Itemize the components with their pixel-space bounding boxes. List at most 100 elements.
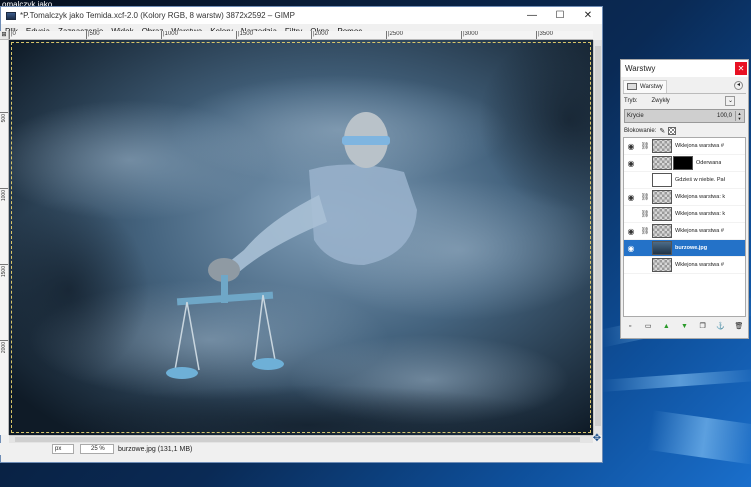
ruler-label: |2000	[311, 31, 328, 39]
ruler-label: |500	[86, 31, 100, 39]
ruler-label: |0	[9, 31, 16, 39]
delete-layer-icon[interactable]: 🗑	[734, 322, 744, 330]
layer-row[interactable]: Gdzieś w niebie. Pał	[624, 172, 745, 189]
lock-pixels-icon[interactable]: ✎	[659, 127, 665, 135]
layer-name: Wklejona warstwa: k	[675, 211, 726, 217]
gimp-app-icon	[6, 11, 16, 20]
layer-row[interactable]: ◉ burzowe.jpg	[624, 240, 745, 257]
layers-toolbar: ▫ ▭ ▲ ▼ ❐ ⚓ 🗑	[621, 319, 748, 333]
vertical-scrollbar[interactable]	[593, 40, 602, 435]
layer-name: Wklejona warstwa: k	[675, 194, 726, 200]
layer-row[interactable]: Wklejona warstwa #	[624, 257, 745, 274]
layer-name: burzowe.jpg	[675, 245, 708, 251]
new-group-icon[interactable]: ▭	[643, 322, 653, 330]
lock-row: Blokowanie: ✎	[621, 124, 748, 137]
layer-thumbnail	[652, 207, 672, 221]
chain-icon[interactable]: ⛓	[638, 193, 652, 201]
horizontal-ruler[interactable]: |0 |500 |1000 |1500 |2000 |2500 |3000 |3…	[9, 31, 593, 40]
image-canvas[interactable]	[9, 40, 593, 435]
tab-layers-label: Warstwy	[640, 83, 663, 90]
layer-row[interactable]: ◉ ⛓ Wklejona warstwa #	[624, 138, 745, 155]
horizontal-scrollbar[interactable]	[9, 435, 593, 443]
lower-layer-icon[interactable]: ▼	[679, 323, 689, 330]
layer-thumbnail	[652, 224, 672, 238]
lock-label: Blokowanie:	[624, 127, 657, 134]
chain-icon[interactable]: ⛓	[638, 142, 652, 150]
layer-thumbnail	[652, 173, 672, 187]
window-titlebar[interactable]: *P.Tomalczyk jako Temida.xcf-2.0 (Kolory…	[1, 7, 602, 24]
mode-select[interactable]: Zwykły	[651, 98, 725, 104]
eye-icon[interactable]: ◉	[624, 244, 638, 253]
opacity-value: 100,0	[716, 113, 732, 119]
ruler-label: |3000	[461, 31, 478, 39]
new-layer-icon[interactable]: ▫	[625, 323, 635, 330]
ruler-label: |2500	[386, 31, 403, 39]
eye-icon[interactable]: ◉	[624, 142, 638, 151]
tab-menu-icon[interactable]: ◂	[734, 81, 743, 90]
window-title: *P.Tomalczyk jako Temida.xcf-2.0 (Kolory…	[20, 11, 295, 20]
eye-icon[interactable]: ◉	[624, 159, 638, 168]
layers-list: ◉ ⛓ Wklejona warstwa # ◉ Oderwana Gdzieś w ni…	[623, 137, 746, 317]
raise-layer-icon[interactable]: ▲	[661, 323, 671, 330]
layer-thumbnail	[652, 241, 672, 255]
tab-layers[interactable]: Warstwy	[623, 79, 667, 93]
desktop-light-beam	[599, 368, 751, 392]
layer-thumbnail	[652, 156, 672, 170]
layers-dock: Warstwy ✕ Warstwy ◂ Tryb: Zwykły ⌄ Kryci…	[620, 59, 749, 339]
layer-name: Wklejona warstwa #	[675, 262, 724, 268]
layer-name: Oderwana	[696, 160, 722, 166]
dock-title: Warstwy	[625, 64, 656, 73]
layers-icon	[627, 83, 637, 90]
chain-icon[interactable]: ⛓	[638, 227, 652, 235]
ruler-label: 500	[1, 114, 7, 123]
zoom-select[interactable]: 25 %	[80, 444, 114, 454]
layer-row[interactable]: ◉ ⛓ Wklejona warstwa #	[624, 223, 745, 240]
dock-tab-bar: Warstwy ◂	[623, 79, 746, 94]
ruler-label: |3500	[536, 31, 553, 39]
ruler-tick	[0, 340, 8, 341]
chain-icon[interactable]: ⛓	[638, 210, 652, 218]
layer-thumbnail	[652, 139, 672, 153]
chevron-down-icon[interactable]: ⌄	[725, 96, 736, 106]
opacity-spin-icon[interactable]: ▲ ▼	[735, 111, 743, 121]
duplicate-layer-icon[interactable]: ❐	[698, 322, 708, 330]
layer-thumbnail	[652, 190, 672, 204]
layer-row[interactable]: ◉ Oderwana	[624, 155, 745, 172]
layer-name: Wklejona warstwa #	[675, 143, 724, 149]
vertical-scroll-thumb[interactable]	[595, 46, 601, 426]
storm-scene-image	[9, 40, 593, 435]
ruler-label: 1500	[1, 266, 7, 278]
layer-thumbnail	[652, 258, 672, 272]
unit-select[interactable]: px	[52, 444, 74, 454]
layer-name: Wklejona warstwa #	[675, 228, 724, 234]
layer-name: Gdzieś w niebie. Pał	[675, 177, 725, 183]
dock-close-button[interactable]: ✕	[735, 62, 747, 75]
dock-titlebar[interactable]: Warstwy ✕	[621, 60, 748, 77]
quick-mask-corner-button[interactable]: ⊞	[0, 31, 9, 40]
layer-mask-thumbnail[interactable]	[673, 156, 693, 170]
horizontal-scroll-thumb[interactable]	[15, 437, 580, 442]
ruler-tick	[0, 112, 8, 113]
ruler-label: |1000	[161, 31, 178, 39]
layer-row[interactable]: ⛓ Wklejona warstwa: k	[624, 206, 745, 223]
vertical-ruler[interactable]: 500 1000 1500 2000	[0, 40, 9, 435]
status-info: burzowe.jpg (131,1 MB)	[118, 445, 193, 453]
opacity-slider[interactable]: Krycie 100,0 ▲ ▼	[624, 109, 745, 123]
anchor-layer-icon[interactable]: ⚓	[716, 322, 726, 330]
opacity-label: Krycie	[627, 113, 644, 119]
eye-icon[interactable]: ◉	[624, 227, 638, 236]
lock-alpha-icon[interactable]	[668, 126, 677, 135]
mode-row: Tryb: Zwykły ⌄	[621, 94, 748, 108]
minimize-button[interactable]: —	[518, 7, 546, 24]
ruler-label: 1000	[1, 190, 7, 202]
ruler-tick	[0, 188, 8, 189]
ruler-tick	[0, 264, 8, 265]
layer-row[interactable]: ◉ ⛓ Wklejona warstwa: k	[624, 189, 745, 206]
ruler-label: 2000	[1, 342, 7, 354]
desktop-light-beam	[647, 410, 751, 466]
ruler-label: |1500	[236, 31, 253, 39]
maximize-button[interactable]: ☐	[546, 7, 574, 24]
mode-label: Tryb:	[624, 98, 638, 104]
close-button[interactable]: ✕	[574, 7, 602, 24]
eye-icon[interactable]: ◉	[624, 193, 638, 202]
